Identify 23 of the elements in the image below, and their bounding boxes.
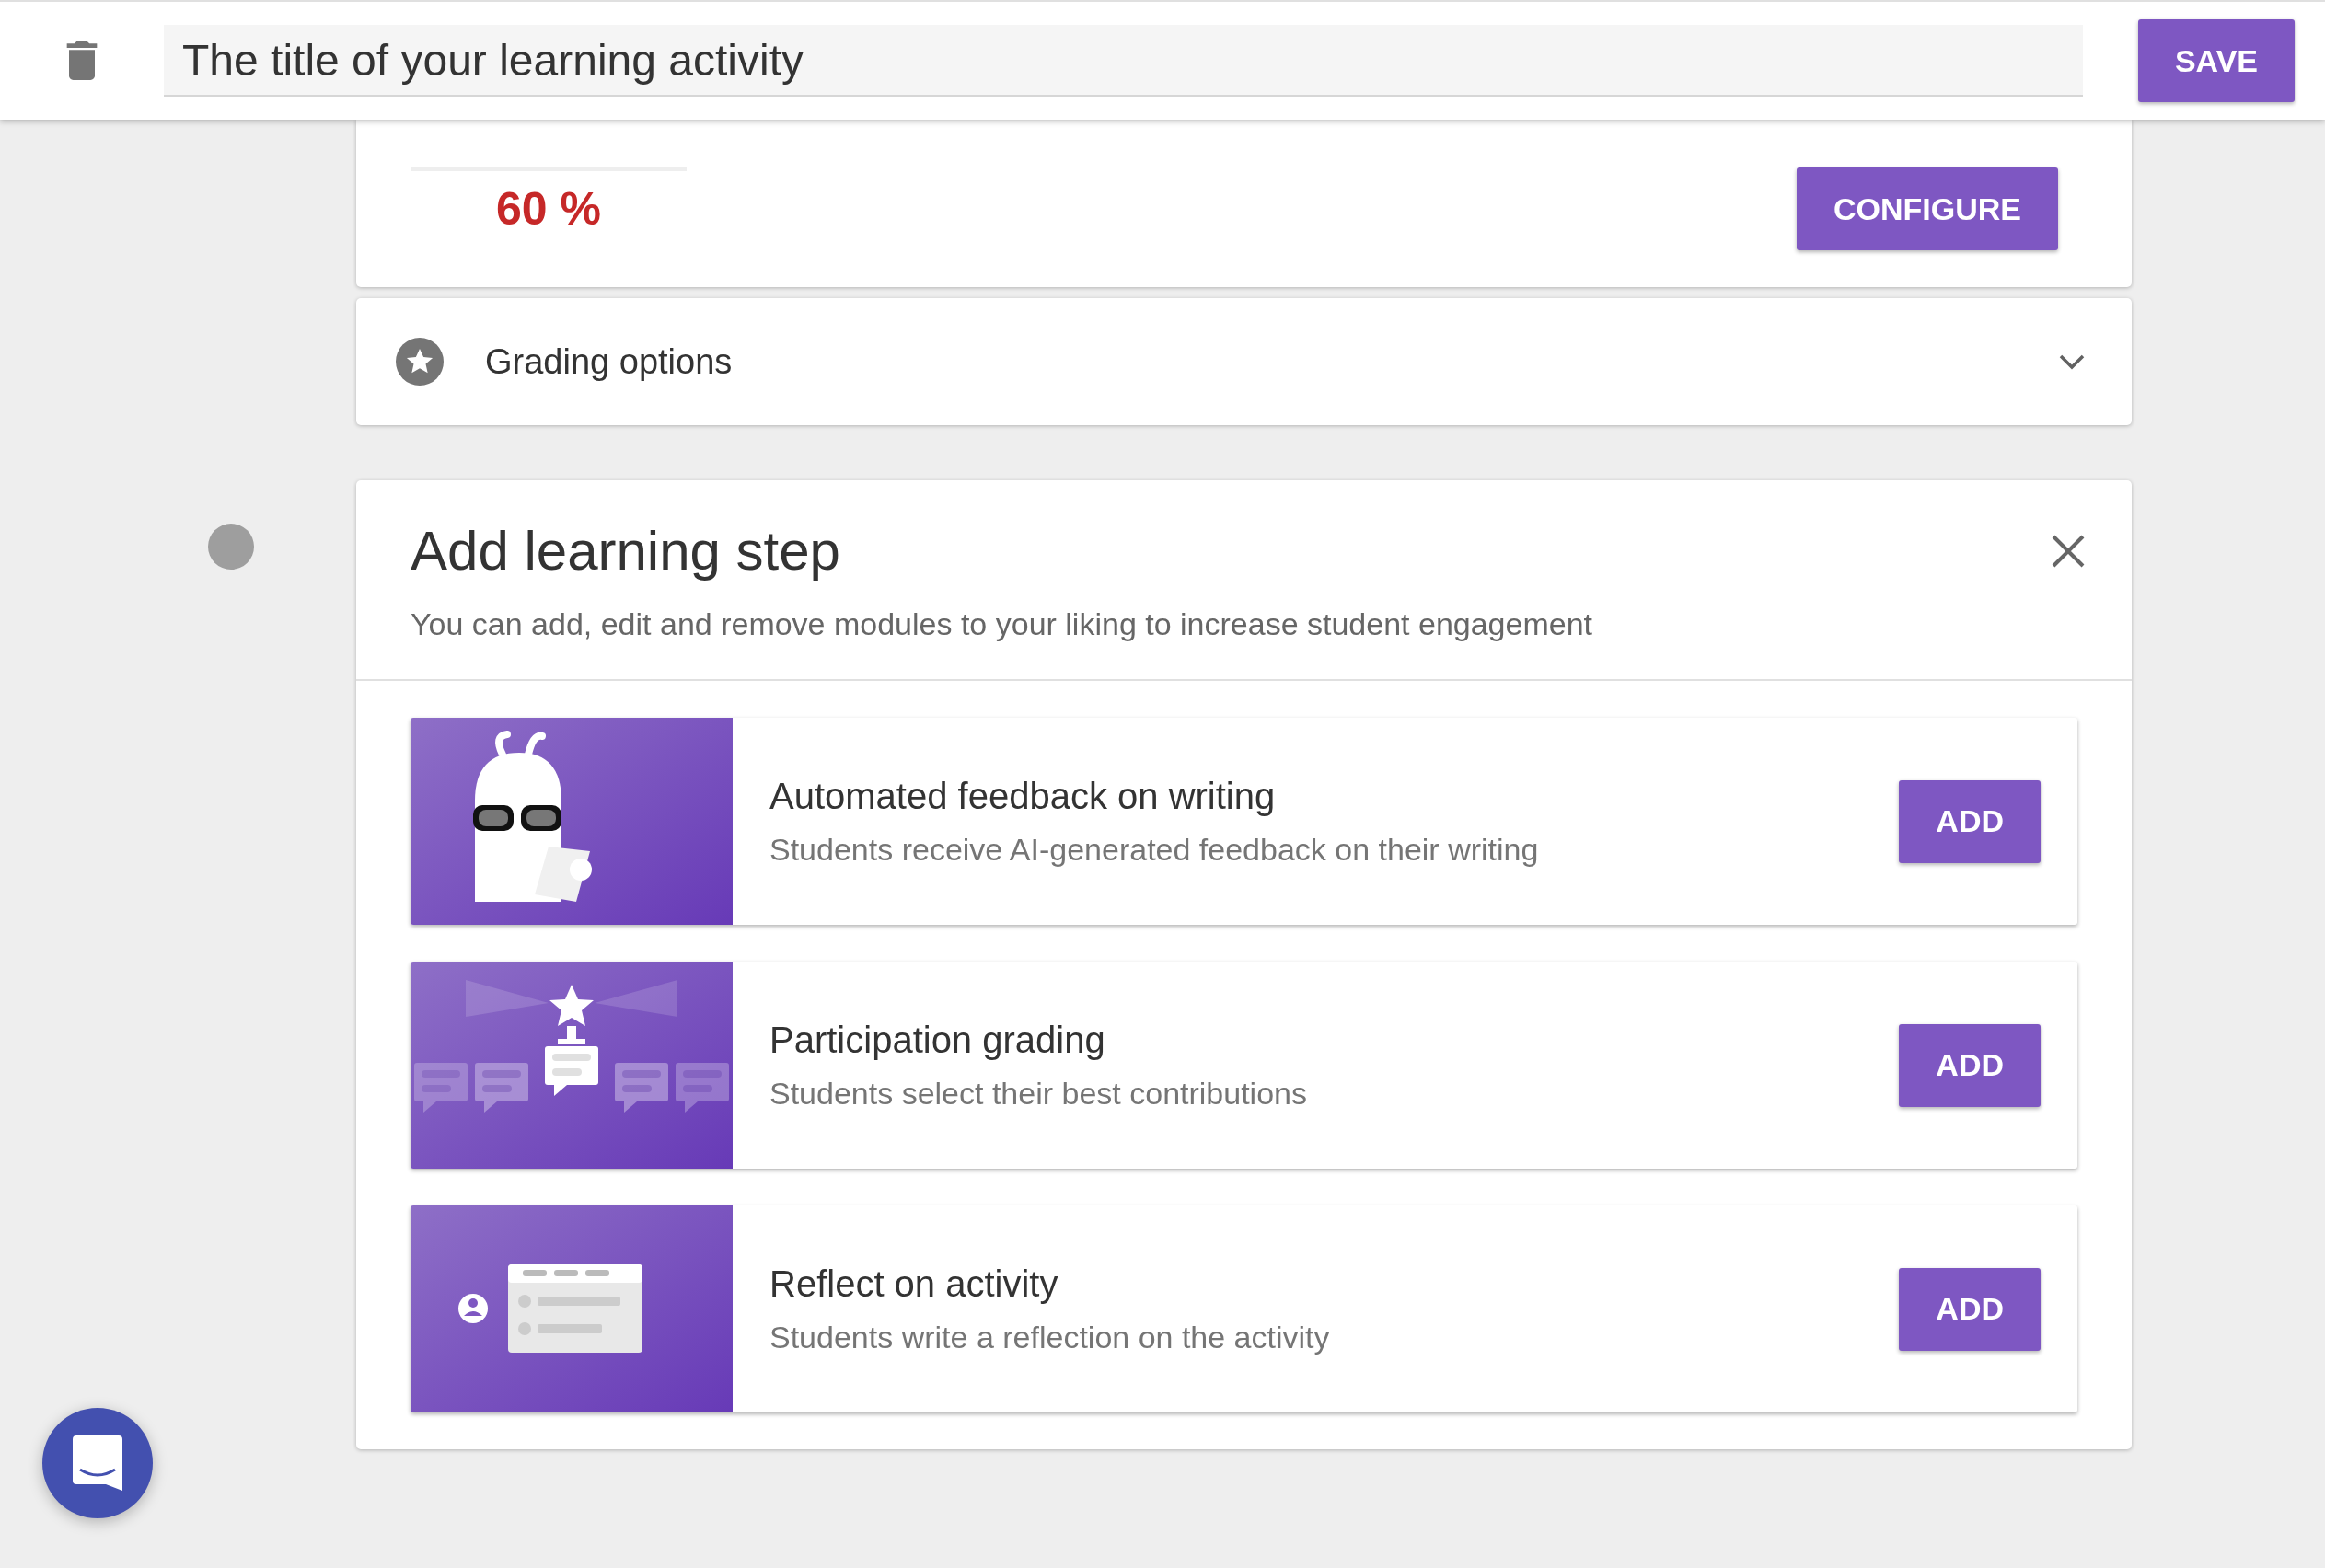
score-value: 60 % [496,182,601,236]
chat-button[interactable] [42,1408,153,1518]
add-button[interactable]: ADD [1899,1267,2041,1351]
configure-button[interactable]: CONFIGURE [1797,167,2058,250]
close-icon[interactable] [2051,533,2086,569]
grading-options-label: Grading options [485,341,734,382]
module-description: Students write a reflection on the activity [769,1319,1331,1355]
save-button[interactable]: SAVE [2137,19,2295,102]
title-field[interactable]: The title of your learning activity [164,25,2083,97]
step-dot [208,524,254,570]
chevron-down-icon[interactable] [2058,352,2086,371]
card-title: Add learning step [411,519,840,582]
card-description: You can add, edit and remove modules to your liking to increase student engagement [411,606,1593,642]
grading-options-panel[interactable]: Grading options [356,298,2132,425]
trash-icon[interactable] [66,41,98,80]
module-title: Participation grading [769,1019,1106,1061]
chat-icon [73,1435,122,1491]
module-description: Students select their best contributions [769,1075,1308,1112]
module-title: Reflect on activity [769,1262,1059,1305]
add-button[interactable]: ADD [1899,779,2041,863]
module-title: Automated feedback on writing [769,775,1277,817]
add-button[interactable]: ADD [1899,1023,2041,1107]
module-description: Students receive AI-generated feedback on their writing [769,831,1540,868]
